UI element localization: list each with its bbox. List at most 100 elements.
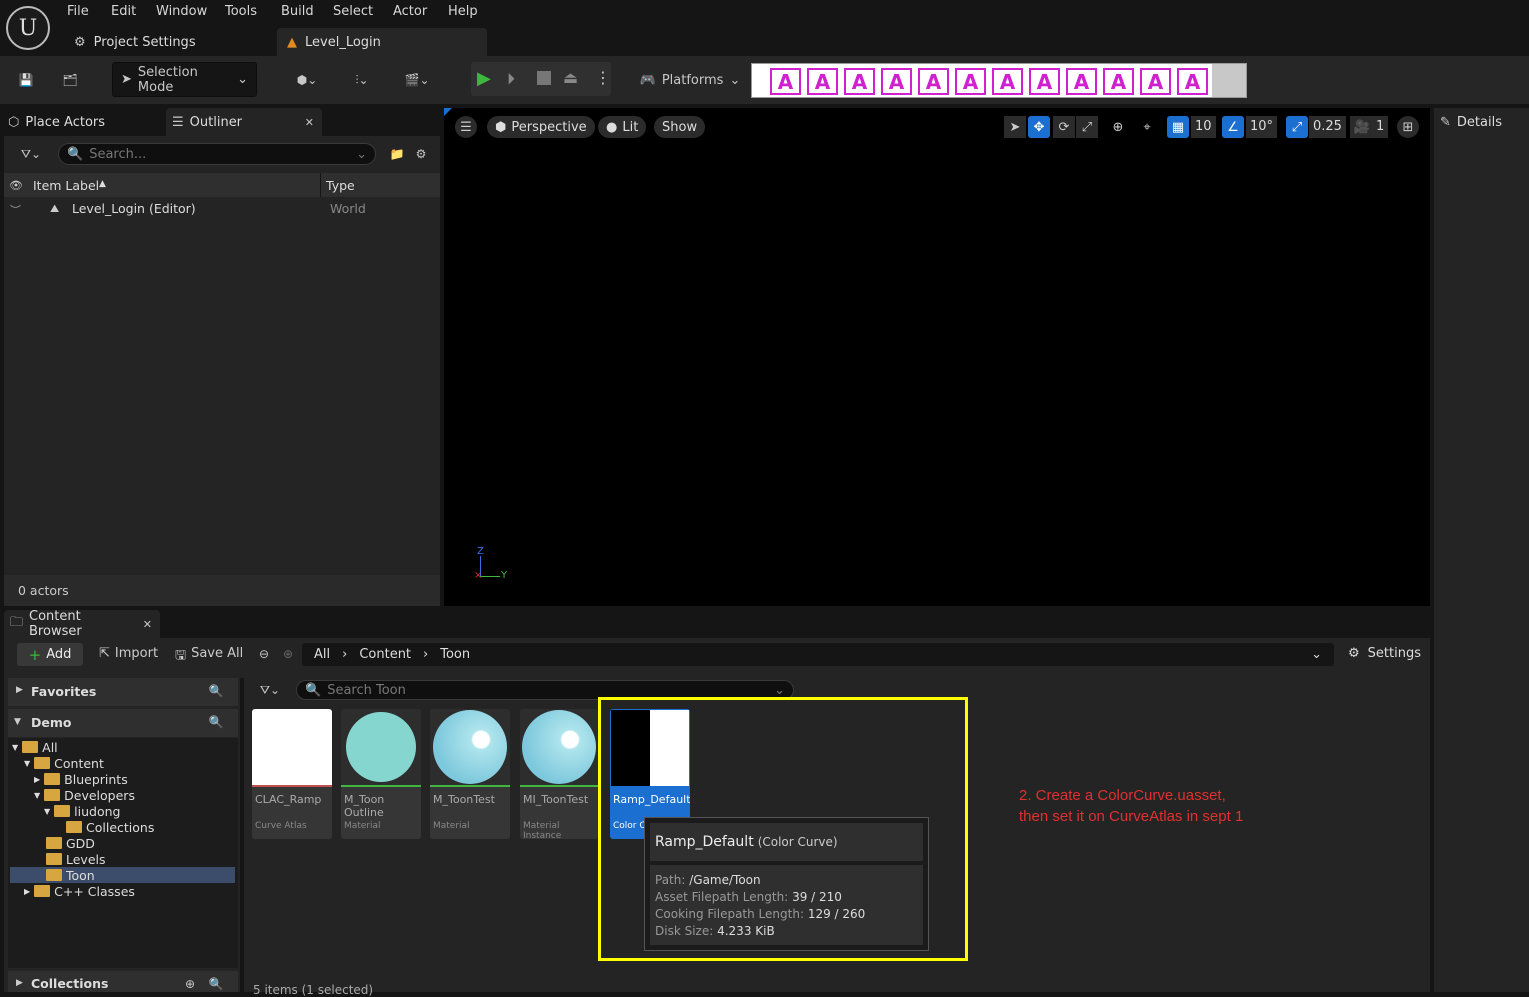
- tree-item-blueprints[interactable]: ▶ Blueprints: [34, 771, 128, 787]
- tree-item-collections[interactable]: Collections: [66, 819, 154, 835]
- globe-icon[interactable]: ⊕: [1107, 116, 1129, 138]
- settings-button[interactable]: ⚙ Settings: [1348, 646, 1421, 661]
- search-icon[interactable]: 🔍: [208, 976, 224, 992]
- tab-content-browser[interactable]: 🗀 Content Browser ✕: [4, 609, 160, 639]
- lit-button[interactable]: ● Lit: [598, 116, 647, 138]
- platforms-button[interactable]: 🎮 Platforms ⌄: [640, 64, 741, 96]
- viewport-layout-icon[interactable]: ⊞: [1397, 116, 1419, 138]
- tree-label: Blueprints: [64, 771, 128, 787]
- search-icon[interactable]: 🔍: [208, 714, 224, 730]
- asset-tile[interactable]: M_ToonTest Material: [430, 709, 510, 839]
- tab-details[interactable]: ✎ Details: [1440, 108, 1502, 136]
- play-icon[interactable]: ▶: [477, 69, 497, 89]
- save-all-button[interactable]: 🖫 Save All: [175, 646, 243, 668]
- scale-snap-value[interactable]: 0.25: [1309, 116, 1346, 138]
- hamburger-icon[interactable]: ☰: [455, 116, 477, 138]
- tree-item-content[interactable]: ▼ Content: [24, 755, 104, 771]
- outliner-search-input[interactable]: 🔍 Search... ⌄: [58, 143, 376, 165]
- close-icon[interactable]: ✕: [305, 116, 314, 129]
- chevron-right-icon[interactable]: ›: [423, 647, 428, 662]
- tree-item-gdd[interactable]: GDD: [46, 835, 95, 851]
- scale-snap-icon[interactable]: ⤢: [1286, 116, 1308, 138]
- tree-label: Collections: [86, 819, 155, 835]
- selection-mode-dropdown[interactable]: ➤ Selection Mode ⌄: [112, 62, 257, 97]
- perspective-button[interactable]: ⬢ Perspective: [487, 116, 595, 138]
- tab-place-actors[interactable]: ⬡ Place Actors: [8, 108, 158, 136]
- tree-item-developers[interactable]: ▼ Developers: [34, 787, 135, 803]
- close-icon[interactable]: ✕: [143, 618, 152, 631]
- translate-icon[interactable]: ✥: [1028, 116, 1050, 138]
- forward-icon[interactable]: ⊕: [280, 646, 296, 662]
- folder-icon: [34, 885, 51, 897]
- tab-project-settings[interactable]: ⚙ Project Settings: [64, 28, 274, 56]
- splitter[interactable]: [240, 678, 244, 992]
- blueprint-icon[interactable]: ⫶⌄: [342, 64, 382, 96]
- add-button[interactable]: + Add: [17, 643, 83, 666]
- chevron-down-icon[interactable]: ⌄: [1311, 647, 1322, 662]
- add-circle-icon[interactable]: ⊕: [182, 976, 198, 992]
- chevron-right-icon[interactable]: ▶: [16, 685, 23, 695]
- rotate-icon[interactable]: ⟳: [1053, 116, 1075, 138]
- menu-edit[interactable]: Edit: [111, 4, 136, 19]
- tree-item-levels[interactable]: Levels: [46, 851, 106, 867]
- add-actor-icon[interactable]: ⬢⌄: [287, 64, 327, 96]
- menu-file[interactable]: File: [67, 4, 89, 19]
- col-item-label[interactable]: Item Label: [33, 178, 99, 193]
- tab-level-login[interactable]: ▲ Level_Login: [277, 28, 487, 56]
- import-button[interactable]: ⇱ Import: [99, 646, 158, 661]
- breadcrumb-content[interactable]: Content: [359, 647, 411, 662]
- level-viewport[interactable]: [444, 108, 1430, 606]
- menu-build[interactable]: Build: [281, 4, 314, 19]
- tree-item-liudong[interactable]: ▼ liudong: [44, 803, 120, 819]
- asset-tile[interactable]: MI_ToonTest Material Instance: [520, 709, 598, 839]
- col-type[interactable]: Type: [326, 178, 355, 193]
- chevron-right-icon[interactable]: ▶: [16, 978, 23, 988]
- menu-help[interactable]: Help: [448, 4, 478, 19]
- outliner-panel: [4, 136, 440, 606]
- unreal-logo-icon[interactable]: U: [6, 6, 50, 50]
- search-icon[interactable]: 🔍: [208, 683, 224, 699]
- gear-icon[interactable]: ⚙: [412, 144, 430, 164]
- eye-icon[interactable]: 👁: [9, 178, 23, 192]
- select-cursor-icon[interactable]: ➤: [1004, 116, 1026, 138]
- browse-icon[interactable]: 🗂: [56, 64, 84, 96]
- tree-item-all[interactable]: ▼ All: [12, 739, 58, 755]
- asset-tile[interactable]: M_Toon Outline Material: [341, 709, 421, 839]
- chevron-right-icon[interactable]: ›: [342, 647, 347, 662]
- stop-icon[interactable]: [537, 71, 551, 85]
- outliner-footer: [4, 575, 440, 606]
- scale-icon[interactable]: ⤢: [1076, 116, 1098, 138]
- cinematics-icon[interactable]: 🎬⌄: [397, 64, 437, 96]
- step-icon[interactable]: ⏵: [507, 69, 527, 89]
- eject-icon[interactable]: ⏏: [563, 68, 583, 88]
- tree-item-toon[interactable]: Toon: [46, 867, 95, 883]
- back-icon[interactable]: ⊖: [256, 646, 272, 662]
- menu-window[interactable]: Window: [156, 4, 207, 19]
- angle-snap-icon[interactable]: ∠: [1222, 116, 1244, 138]
- grid-size-value[interactable]: 10: [1191, 116, 1216, 138]
- menu-select[interactable]: Select: [333, 4, 373, 19]
- surface-snap-icon[interactable]: ⌖: [1136, 116, 1158, 138]
- menu-tools[interactable]: Tools: [225, 4, 257, 19]
- visibility-icon[interactable]: ︶: [10, 202, 21, 218]
- save-icon[interactable]: 💾: [12, 64, 40, 96]
- asset-tile[interactable]: CLAC_Ramp Curve Atlas: [252, 709, 332, 839]
- menu-actor[interactable]: Actor: [393, 4, 427, 19]
- filter-icon[interactable]: ⛛⌄: [14, 144, 48, 164]
- filter-icon[interactable]: ⛛⌄: [253, 681, 287, 699]
- camera-speed-value[interactable]: 1: [1372, 116, 1389, 138]
- tree-item-cpp-classes[interactable]: ▶ C++ Classes: [24, 883, 135, 899]
- breadcrumb-toon[interactable]: Toon: [440, 647, 470, 662]
- new-folder-icon[interactable]: 📁: [388, 144, 406, 164]
- angle-snap-value[interactable]: 10°: [1246, 116, 1278, 138]
- camera-speed-icon[interactable]: 🎥: [1350, 116, 1374, 138]
- grid-snap-icon[interactable]: ▦: [1167, 116, 1189, 138]
- tab-outliner[interactable]: ☰ Outliner ✕: [166, 108, 322, 136]
- outliner-row-label[interactable]: Level_Login (Editor): [72, 201, 196, 216]
- show-button[interactable]: Show: [654, 116, 706, 138]
- breadcrumb-all[interactable]: All: [314, 647, 330, 662]
- details-panel: [1434, 108, 1529, 992]
- more-options-icon[interactable]: ⋮: [595, 68, 611, 88]
- search-icon: 🔍: [305, 682, 322, 698]
- chevron-down-icon[interactable]: ▼: [14, 717, 21, 727]
